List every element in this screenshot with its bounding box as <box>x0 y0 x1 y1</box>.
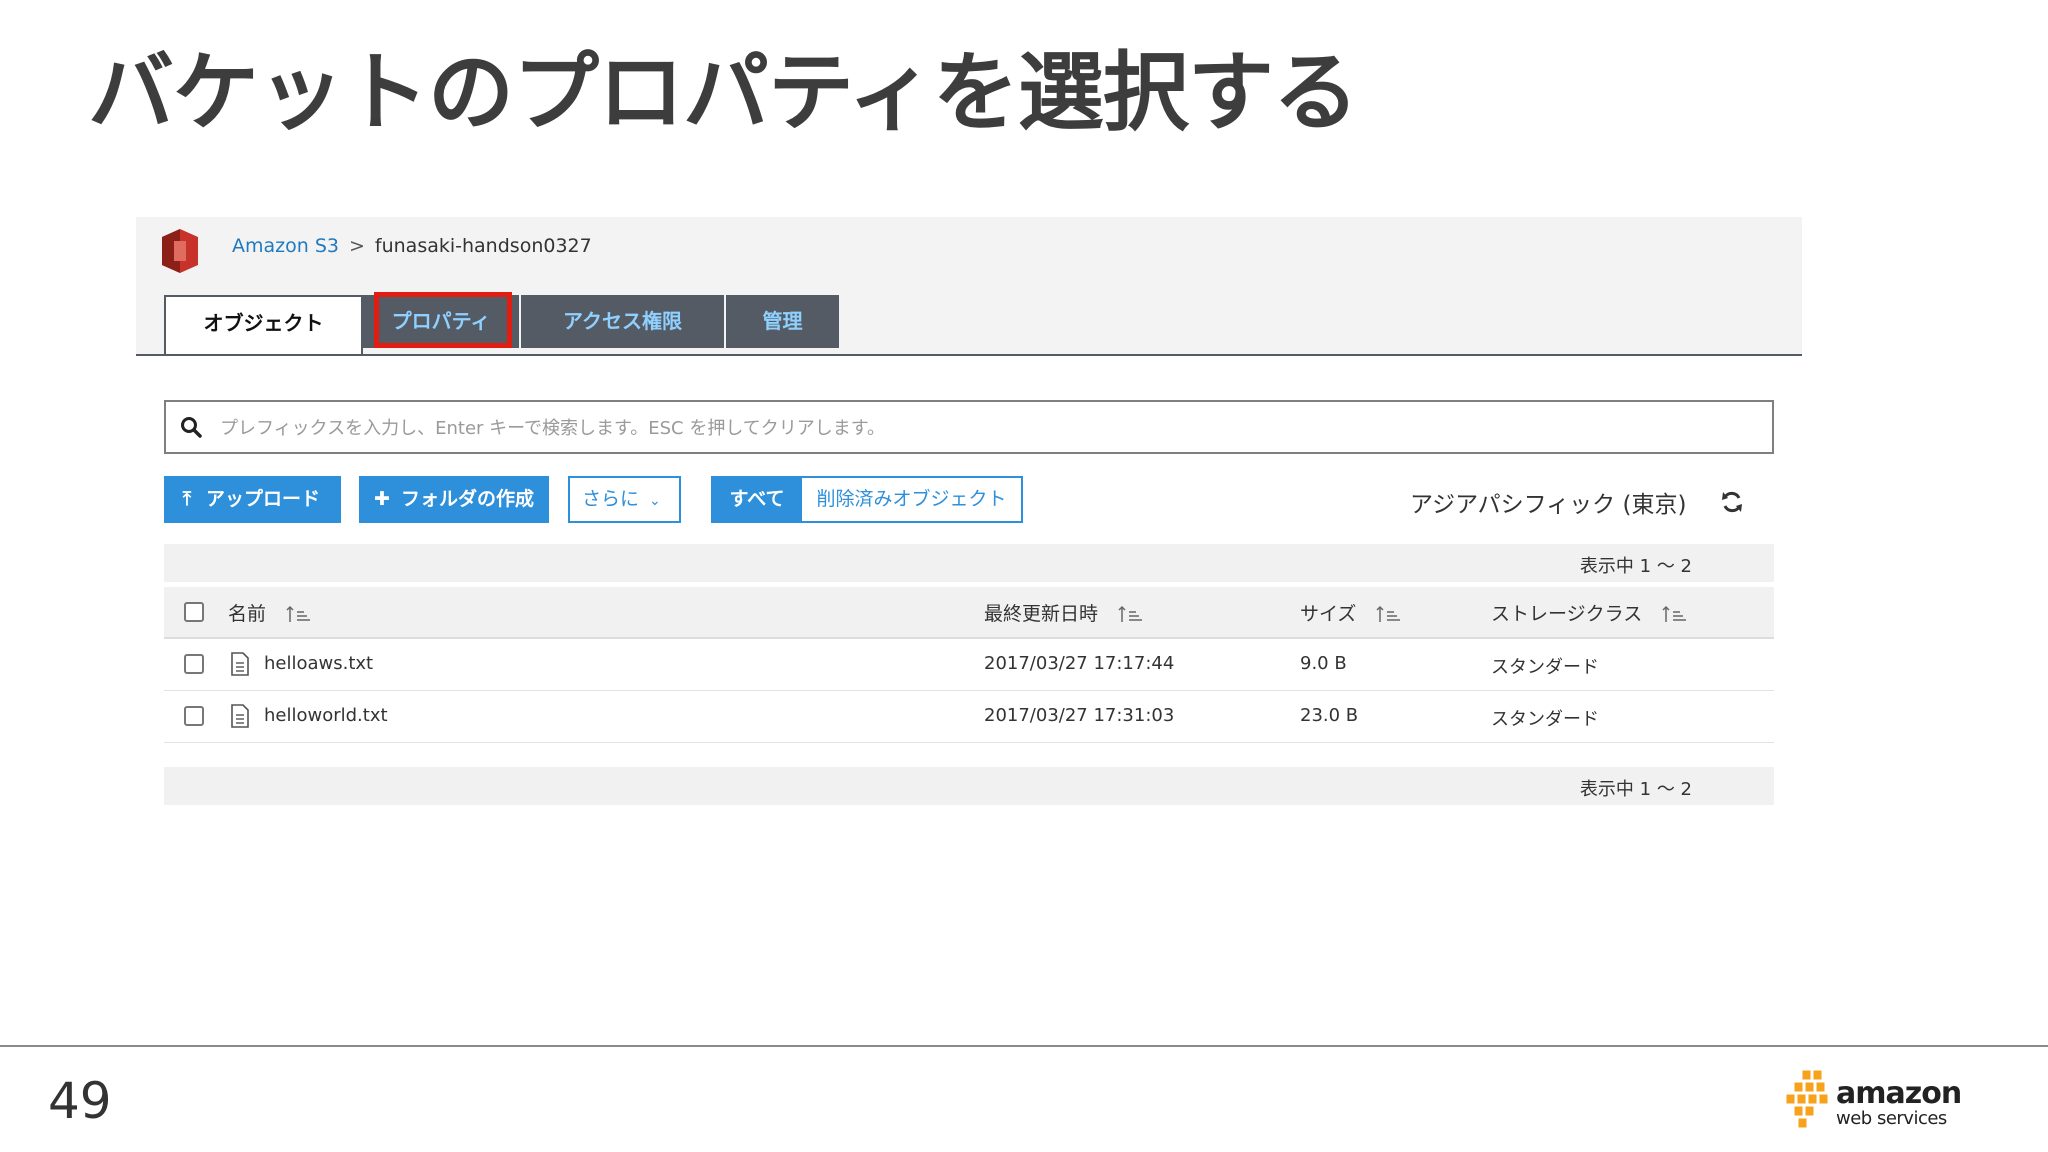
tab-permissions[interactable]: アクセス権限 <box>521 295 724 348</box>
upload-button[interactable]: ⤒ アップロード <box>164 476 341 523</box>
pagination-bar-top: 表示中 1 ～ 2 <box>164 544 1774 582</box>
column-header-storage-class[interactable]: ストレージクラス <box>1491 599 1688 626</box>
breadcrumb: Amazon S3 > funasaki-handson0327 <box>232 235 592 257</box>
create-folder-button-label: フォルダの作成 <box>401 488 535 510</box>
aws-logo-text-webservices: web services <box>1836 1108 1947 1129</box>
column-header-modified-label: 最終更新日時 <box>984 603 1099 625</box>
sort-icon <box>1376 605 1401 622</box>
search-icon <box>181 417 202 438</box>
plus-icon: ✚ <box>374 488 390 510</box>
sort-icon <box>1118 605 1143 622</box>
row-checkbox[interactable] <box>184 654 204 674</box>
file-name-link[interactable]: helloaws.txt <box>264 653 373 674</box>
pagination-bar-bottom: 表示中 1 ～ 2 <box>164 767 1774 805</box>
column-header-name[interactable]: 名前 <box>228 599 312 626</box>
storage-class-cell: スタンダード <box>1491 709 1599 730</box>
more-actions-label: さらに <box>582 488 640 510</box>
search-input[interactable] <box>218 408 1762 448</box>
column-header-storage-class-label: ストレージクラス <box>1491 603 1643 625</box>
file-icon <box>231 652 249 676</box>
create-folder-button[interactable]: ✚ フォルダの作成 <box>359 476 549 523</box>
file-name-link[interactable]: helloworld.txt <box>264 705 388 726</box>
table-row[interactable]: helloworld.txt 2017/03/27 17:31:03 23.0 … <box>164 691 1774 743</box>
s3-console-screenshot: Amazon S3 > funasaki-handson0327 オブジェクト プロ… <box>136 217 1802 807</box>
column-header-size-label: サイズ <box>1300 603 1357 625</box>
item-count-bottom: 表示中 1 ～ 2 <box>1579 779 1692 800</box>
column-header-modified[interactable]: 最終更新日時 <box>984 599 1144 626</box>
upload-icon: ⤒ <box>182 488 192 510</box>
sort-icon <box>1662 605 1687 622</box>
item-count-top: 表示中 1 ～ 2 <box>1579 556 1692 577</box>
size-cell: 9.0 B <box>1300 653 1347 674</box>
filter-deleted-objects-button[interactable]: 削除済みオブジェクト <box>800 476 1023 523</box>
sort-icon <box>286 605 311 622</box>
file-icon <box>231 704 249 728</box>
slide-title: バケットのプロパティを選択する <box>88 43 1359 143</box>
row-checkbox[interactable] <box>184 706 204 726</box>
s3-logo-icon <box>162 229 198 273</box>
search-box <box>164 400 1774 454</box>
tab-objects[interactable]: オブジェクト <box>164 295 363 354</box>
breadcrumb-bucket-name: funasaki-handson0327 <box>374 235 592 257</box>
table-row[interactable]: helloaws.txt 2017/03/27 17:17:44 9.0 B ス… <box>164 639 1774 691</box>
filter-all-button[interactable]: すべて <box>711 476 801 523</box>
size-cell: 23.0 B <box>1300 705 1359 726</box>
select-all-checkbox[interactable] <box>184 602 204 622</box>
last-modified-cell: 2017/03/27 17:17:44 <box>984 653 1175 674</box>
page-number: 49 <box>48 1072 112 1130</box>
more-actions-dropdown[interactable]: さらに ⌄ <box>568 476 681 523</box>
upload-button-label: アップロード <box>206 488 321 510</box>
tab-properties[interactable]: プロパティ <box>363 295 519 348</box>
storage-class-cell: スタンダード <box>1491 657 1599 678</box>
tab-management[interactable]: 管理 <box>726 295 839 348</box>
last-modified-cell: 2017/03/27 17:31:03 <box>984 705 1175 726</box>
footer-divider <box>0 1045 2048 1047</box>
refresh-icon[interactable] <box>1719 489 1745 515</box>
aws-logo-text-amazon: amazon <box>1836 1076 1962 1111</box>
column-header-name-label: 名前 <box>228 603 267 625</box>
breadcrumb-separator: > <box>348 235 365 257</box>
region-label: アジアパシフィック (東京) <box>1410 492 1687 518</box>
chevron-down-icon: ⌄ <box>649 493 661 509</box>
aws-logo: amazon web services <box>1786 1068 1962 1130</box>
column-header-size[interactable]: サイズ <box>1300 599 1402 626</box>
aws-cubes-icon <box>1786 1069 1829 1129</box>
console-header: Amazon S3 > funasaki-handson0327 オブジェクト プロ… <box>136 217 1802 356</box>
breadcrumb-amazon-s3-link[interactable]: Amazon S3 <box>232 235 339 257</box>
table-header: 名前 最終更新日時 サイズ ストレージクラス <box>164 587 1774 639</box>
